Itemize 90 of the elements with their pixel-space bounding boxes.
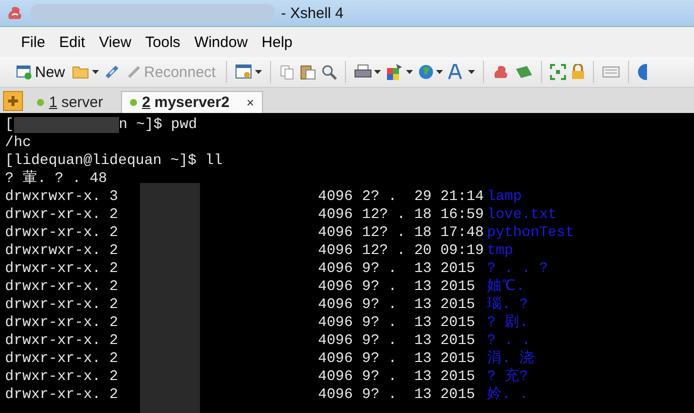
terminal-text: [lidequan@lidequan ~]$ ll bbox=[5, 152, 223, 170]
caret-icon[interactable] bbox=[254, 70, 262, 74]
permissions-text: drwxr-xr-x. 2 bbox=[5, 386, 120, 404]
keyboard-icon[interactable] bbox=[602, 66, 620, 78]
date-text: 12? . 18 16:59 bbox=[362, 206, 485, 224]
permissions-text: drwxr-xr-x. 2 bbox=[5, 350, 120, 368]
status-dot-icon bbox=[130, 99, 138, 106]
permissions-text: drwxr-xr-x. 2 bbox=[5, 278, 120, 296]
directory-name: ? 充? bbox=[487, 368, 528, 386]
size-text: 4096 bbox=[318, 386, 354, 404]
directory-name: ? 剧. bbox=[487, 314, 528, 332]
terminal-text: /hc bbox=[5, 134, 32, 152]
directory-name: love.txt bbox=[487, 206, 557, 224]
terminal-text: ? 葷. ? . 48 bbox=[5, 170, 108, 188]
menu-item[interactable]: Window bbox=[187, 34, 255, 50]
tab-label: myserver2 bbox=[154, 94, 230, 111]
printer-icon[interactable] bbox=[354, 64, 372, 80]
size-text: 4096 bbox=[318, 368, 354, 386]
date-text: 12? . 18 17:48 bbox=[362, 224, 485, 242]
directory-name: lamp bbox=[487, 188, 522, 206]
session-tab[interactable]: 2 myserver2 × bbox=[121, 91, 264, 113]
directory-name: 妯℃. bbox=[487, 278, 525, 296]
session-tab[interactable]: 1 server bbox=[29, 92, 112, 113]
directory-name: ? . . bbox=[487, 332, 531, 350]
date-text: 9? . 13 2015 bbox=[362, 260, 476, 278]
shell-logo-icon[interactable] bbox=[492, 63, 510, 81]
menu-item[interactable]: Help bbox=[254, 34, 300, 50]
size-text: 4096 bbox=[318, 242, 354, 260]
caret-icon[interactable] bbox=[436, 70, 443, 74]
lock-icon[interactable] bbox=[570, 64, 585, 80]
terminal-text: [ bbox=[5, 116, 14, 134]
tab-label: server bbox=[61, 94, 104, 111]
directory-name: 瑙. ? bbox=[487, 296, 528, 314]
permissions-text: drwxr-xr-x. 2 bbox=[5, 206, 120, 224]
directory-name: 妗. . bbox=[487, 386, 528, 404]
date-text: 9? . 13 2015 bbox=[362, 314, 476, 332]
date-text: 9? . 13 2015 bbox=[362, 332, 476, 350]
size-text: 4096 bbox=[318, 278, 354, 296]
directory-name: pythonTest bbox=[487, 224, 574, 242]
caret-icon[interactable] bbox=[92, 70, 100, 74]
permissions-text: drwxr-xr-x. 2 bbox=[5, 368, 120, 386]
size-text: 4096 bbox=[318, 188, 354, 206]
tab-number: 1 bbox=[49, 94, 58, 111]
permissions-text: drwxr-xr-x. 2 bbox=[5, 296, 120, 314]
copy-icon[interactable] bbox=[278, 64, 295, 80]
fullscreen-icon[interactable] bbox=[550, 64, 566, 80]
permissions-text: drwxr-xr-x. 2 bbox=[5, 224, 120, 242]
close-icon[interactable]: × bbox=[246, 95, 254, 110]
date-text: 9? . 13 2015 bbox=[362, 350, 476, 368]
shell-logo-icon bbox=[6, 4, 24, 22]
menu-item[interactable]: Edit bbox=[52, 34, 92, 50]
date-text: 2? . 29 21:14 bbox=[362, 188, 485, 206]
permissions-text: drwxr-xr-x. 2 bbox=[5, 260, 120, 278]
permissions-text: drwxrwxr-x. 3 bbox=[5, 188, 120, 206]
size-text: 4096 bbox=[318, 224, 354, 242]
size-text: 4096 bbox=[318, 296, 354, 314]
date-text: 12? . 20 09:19 bbox=[362, 242, 485, 260]
size-text: 4096 bbox=[318, 314, 354, 332]
properties-icon[interactable] bbox=[234, 64, 253, 80]
window-title: - Xshell 4 bbox=[281, 4, 344, 22]
size-text: 4096 bbox=[318, 260, 354, 278]
add-tab-icon[interactable] bbox=[3, 90, 23, 110]
directory-name: 涓. 浇 bbox=[487, 350, 534, 368]
directory-name: ? . . ? bbox=[487, 260, 548, 278]
status-dot-icon bbox=[37, 99, 44, 106]
permissions-text: drwxr-xr-x. 2 bbox=[5, 332, 120, 350]
globe-icon[interactable] bbox=[418, 64, 434, 80]
size-text: 4096 bbox=[318, 206, 354, 224]
terminal-text: n ~]$ pwd bbox=[118, 116, 198, 134]
permissions-text: drwxrwxr-x. 2 bbox=[5, 242, 120, 260]
date-text: 9? . 13 2015 bbox=[362, 296, 476, 314]
new-session-icon bbox=[16, 64, 32, 80]
date-text: 9? . 13 2015 bbox=[362, 278, 476, 296]
caret-icon[interactable] bbox=[406, 70, 413, 74]
menu-item[interactable]: View bbox=[92, 34, 138, 50]
size-text: 4096 bbox=[318, 350, 354, 368]
menu-item[interactable]: File bbox=[14, 34, 52, 50]
menu-item[interactable]: Tools bbox=[138, 34, 188, 50]
size-text: 4096 bbox=[318, 332, 354, 350]
search-icon[interactable] bbox=[320, 64, 337, 80]
caret-icon[interactable] bbox=[374, 70, 381, 74]
permissions-text: drwxr-xr-x. 2 bbox=[5, 314, 120, 332]
window-transfer-icon[interactable] bbox=[386, 63, 404, 81]
date-text: 9? . 13 2015 bbox=[362, 386, 476, 404]
directory-name: tmp bbox=[487, 242, 514, 260]
paste-icon[interactable] bbox=[300, 64, 316, 80]
caret-icon[interactable] bbox=[468, 70, 475, 74]
date-text: 9? . 13 2015 bbox=[362, 368, 476, 386]
new-button[interactable]: New bbox=[14, 64, 68, 80]
tab-number: 2 bbox=[142, 94, 150, 111]
